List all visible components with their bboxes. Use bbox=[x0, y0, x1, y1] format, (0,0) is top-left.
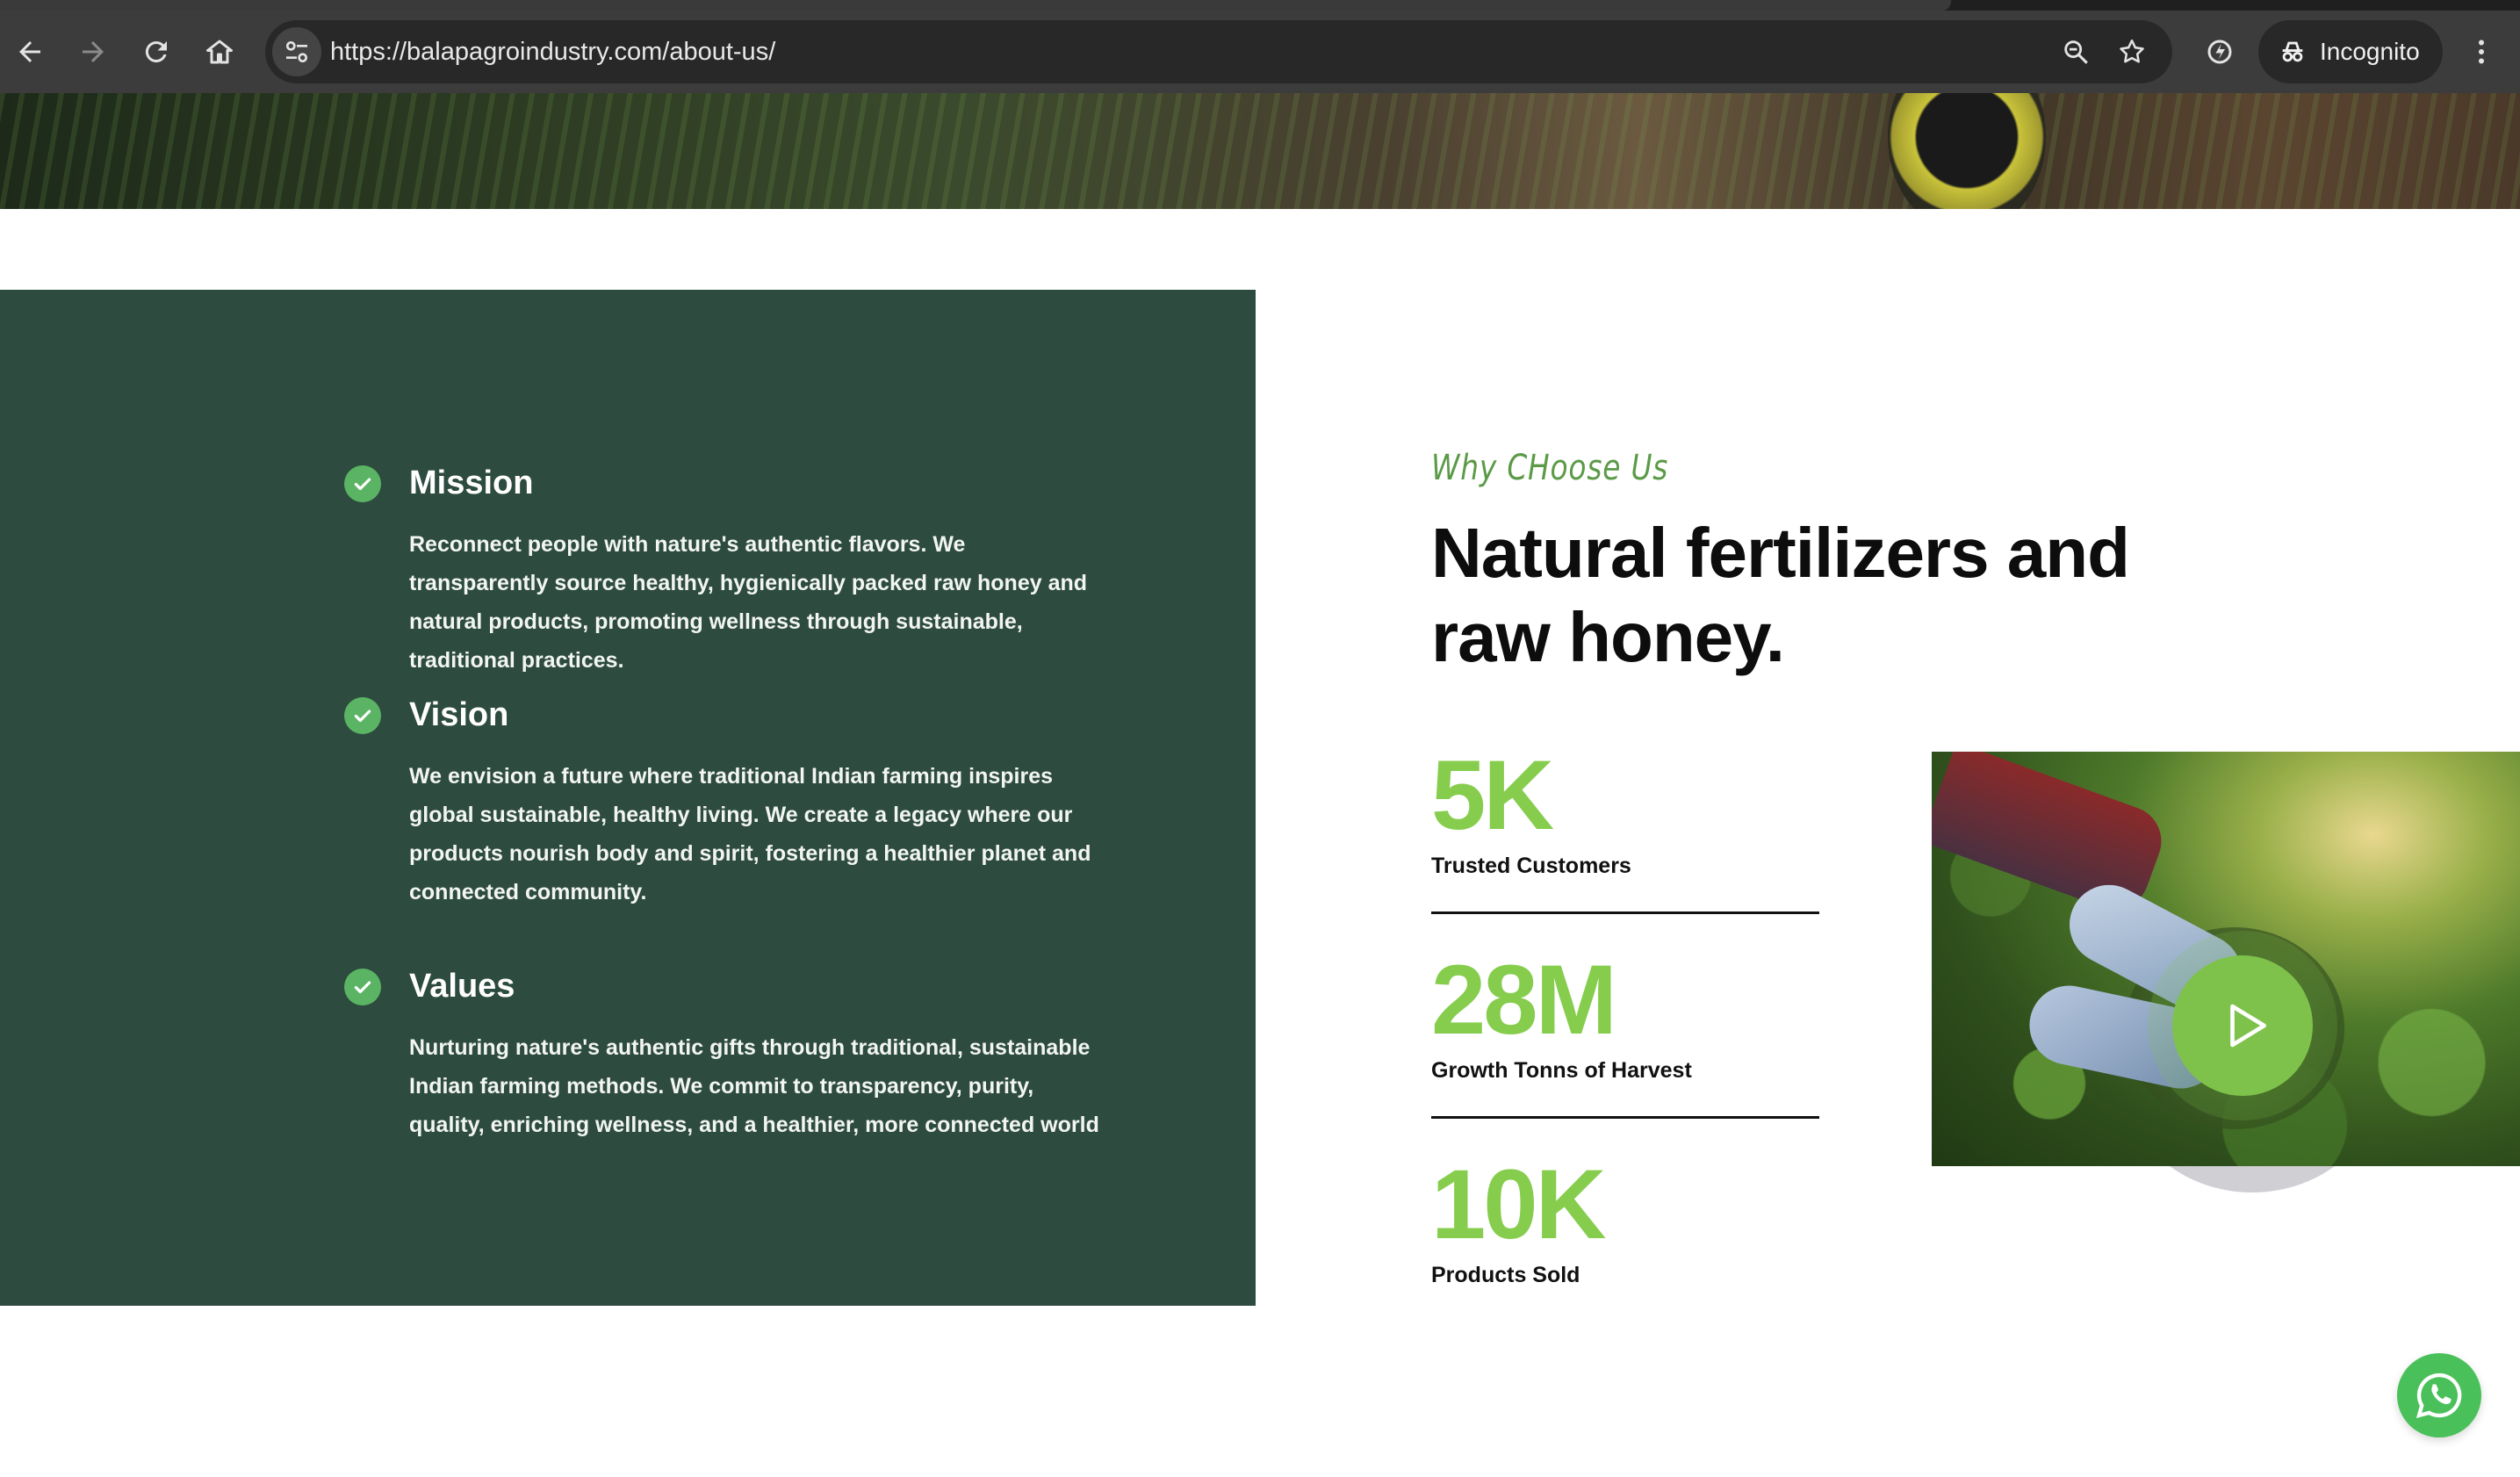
check-icon bbox=[344, 969, 381, 1005]
stat-products-sold: 10K Products Sold bbox=[1431, 1152, 1819, 1288]
star-icon[interactable] bbox=[2107, 27, 2156, 76]
back-arrow-icon[interactable] bbox=[5, 27, 54, 76]
home-icon[interactable] bbox=[195, 27, 244, 76]
hero-image bbox=[0, 93, 2520, 209]
stat-number: 5K bbox=[1431, 740, 1554, 850]
incognito-label: Incognito bbox=[2320, 38, 2420, 65]
values-text: Nurturing nature's authentic gifts throu… bbox=[409, 1035, 1099, 1137]
play-icon bbox=[2230, 1004, 2266, 1048]
incognito-badge[interactable]: Incognito bbox=[2258, 20, 2443, 83]
check-icon bbox=[344, 465, 381, 502]
browser-toolbar: https://balapagroindustry.com/about-us/ … bbox=[0, 11, 2520, 93]
whatsapp-chat-button[interactable] bbox=[2397, 1353, 2481, 1437]
reload-icon[interactable] bbox=[132, 27, 181, 76]
mission-vision-values-panel: Mission Reconnect people with nature's a… bbox=[0, 290, 1256, 1306]
stat-harvest: 28M Growth Tonns of Harvest bbox=[1431, 945, 1819, 1119]
stat-label: Trusted Customers bbox=[1431, 854, 1631, 878]
stat-number: 10K bbox=[1431, 1149, 1606, 1259]
values-title: Values bbox=[409, 968, 515, 1005]
why-choose-eyebrow: Why CHoose Us bbox=[1431, 448, 1669, 488]
site-info-icon[interactable] bbox=[272, 27, 321, 76]
incognito-icon bbox=[2282, 41, 2303, 62]
check-icon bbox=[344, 697, 381, 734]
whatsapp-icon bbox=[2416, 1373, 2462, 1419]
why-choose-heading: Natural fertilizers and raw honey. bbox=[1431, 514, 2130, 676]
mission-title: Mission bbox=[409, 465, 534, 501]
stat-label: Growth Tonns of Harvest bbox=[1431, 1058, 1692, 1083]
menu-dots-icon[interactable] bbox=[2457, 27, 2506, 76]
stat-divider bbox=[1431, 1116, 1819, 1119]
vision-title: Vision bbox=[409, 696, 509, 733]
stat-trusted-customers: 5K Trusted Customers bbox=[1431, 740, 1819, 914]
stat-label: Products Sold bbox=[1431, 1263, 1580, 1287]
hero-crop-pattern bbox=[0, 93, 2520, 209]
tab-strip bbox=[0, 0, 2520, 11]
play-video-button[interactable] bbox=[2172, 955, 2313, 1096]
address-bar[interactable]: https://balapagroindustry.com/about-us/ bbox=[265, 20, 2172, 83]
extension-icon[interactable] bbox=[2195, 27, 2244, 76]
vision-text: We envision a future where traditional I… bbox=[409, 764, 1091, 904]
forward-arrow-icon[interactable] bbox=[68, 27, 118, 76]
stat-number: 28M bbox=[1431, 945, 1617, 1055]
hero-tractor-wheel bbox=[1888, 93, 2046, 209]
zoom-icon[interactable] bbox=[2051, 27, 2100, 76]
mission-text: Reconnect people with nature's authentic… bbox=[409, 532, 1088, 673]
url-text[interactable]: https://balapagroindustry.com/about-us/ bbox=[330, 20, 775, 83]
active-tab[interactable] bbox=[0, 0, 1951, 11]
stat-divider bbox=[1431, 911, 1819, 914]
